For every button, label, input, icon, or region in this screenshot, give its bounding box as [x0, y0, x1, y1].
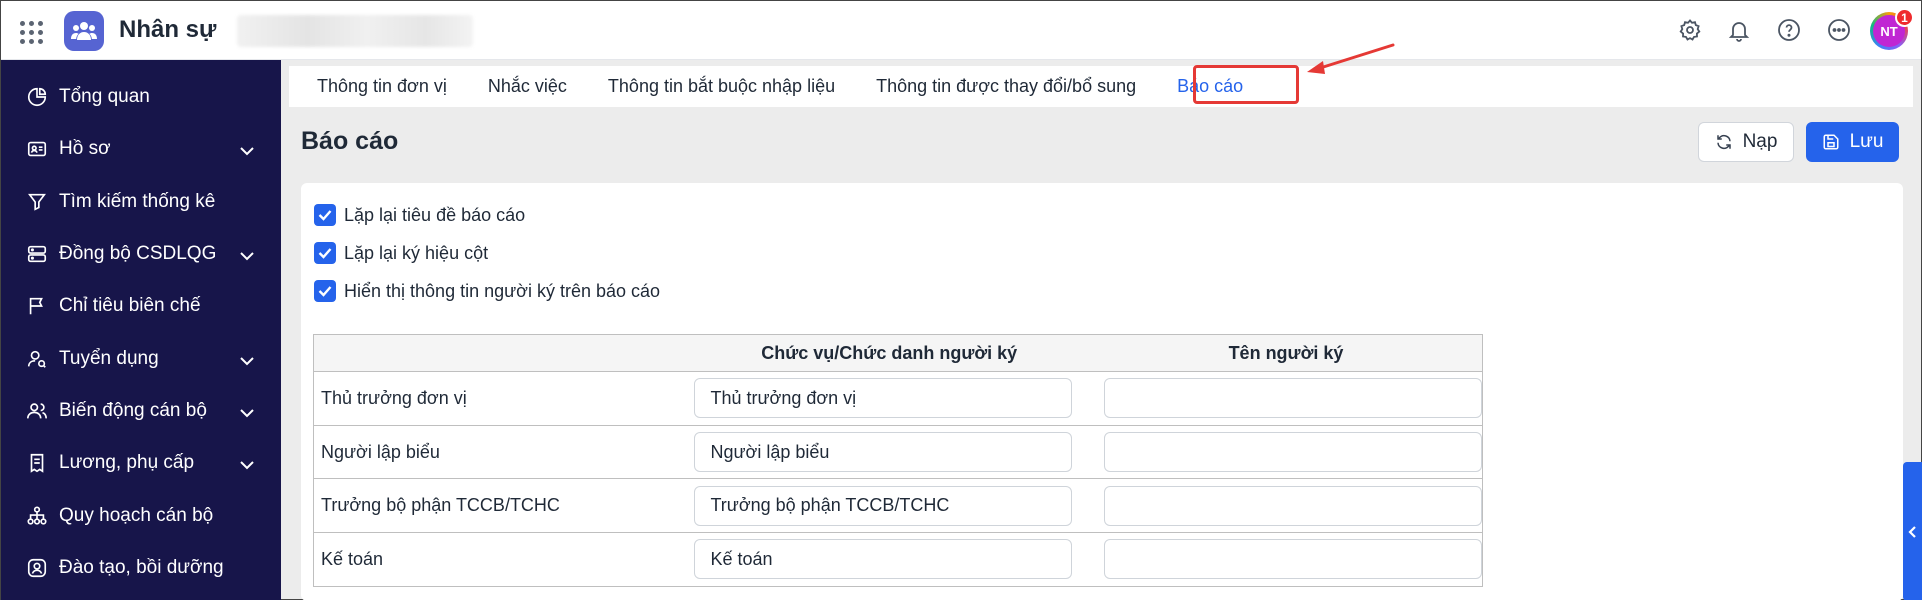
signer-role: Người lập biểu	[313, 425, 689, 480]
collapse-panel-button[interactable]	[1903, 462, 1922, 600]
top-bar: Nhân sự NT 1	[1, 1, 1921, 60]
avatar[interactable]: NT 1	[1870, 8, 1914, 50]
header-signer-name: Tên người ký	[1090, 334, 1483, 372]
checkmark-icon	[318, 210, 332, 221]
sidebar-item-label: Hồ sơ	[59, 138, 111, 160]
chevron-down-icon[interactable]	[239, 404, 254, 418]
tab-3[interactable]: Thông tin được thay đổi/bổ sung	[856, 66, 1156, 107]
report-settings-card: Lặp lại tiêu đề báo cáo Lặp lại ký hiệu c…	[301, 183, 1903, 600]
page-title: Báo cáo	[301, 127, 399, 155]
signer-title-input[interactable]	[694, 485, 1073, 526]
table-row: Người lập biểu	[313, 425, 1483, 480]
checkbox[interactable]	[314, 204, 336, 226]
tab-4[interactable]: Báo cáo	[1157, 66, 1263, 107]
signer-name-input[interactable]	[1104, 485, 1482, 526]
app-title: Nhân sự	[119, 16, 217, 43]
tab-bar: Thông tin đơn vị Nhắc việc Thông tin bắt b…	[289, 66, 1913, 107]
header-role	[313, 334, 689, 372]
option-row: Lặp lại tiêu đề báo cáo	[314, 204, 525, 226]
option-row: Lặp lại ký hiệu cột	[314, 242, 488, 264]
sidebar-item-label: Đồng bộ CSDLQG	[59, 243, 217, 265]
sidebar-item-8[interactable]: Quy hoạch cán bộ	[1, 489, 281, 541]
signer-role: Thủ trưởng đơn vị	[313, 371, 689, 426]
chevron-down-icon[interactable]	[239, 142, 254, 156]
save-button[interactable]: Lưu	[1806, 122, 1899, 162]
refresh-icon	[1716, 134, 1731, 150]
signer-name-input[interactable]	[1104, 432, 1482, 473]
sidebar: Tổng quan Hồ sơ Tìm kiếm thống kê Đồng bộ C…	[1, 60, 281, 600]
option-label: Lặp lại tiêu đề báo cáo	[344, 204, 526, 225]
apps-grid-icon[interactable]	[17, 18, 43, 44]
id-card-icon	[25, 137, 49, 161]
table-row: Thủ trưởng đơn vị	[313, 371, 1483, 426]
help-circle-icon[interactable]	[1774, 15, 1804, 45]
tab-1[interactable]: Nhắc việc	[468, 66, 587, 107]
sidebar-item-9[interactable]: Đào tạo, bồi dưỡng	[1, 542, 281, 594]
table-row: Kế toán	[313, 532, 1483, 587]
sidebar-item-label: Tổng quan	[59, 86, 150, 108]
graduation-icon	[25, 556, 49, 580]
option-label: Lặp lại ký hiệu cột	[344, 242, 489, 263]
checkmark-icon	[318, 286, 332, 297]
notification-badge: 1	[1895, 8, 1914, 27]
pie-chart-icon	[25, 85, 49, 109]
reload-button[interactable]: Nạp	[1698, 122, 1794, 162]
header-signer-title: Chức vụ/Chức danh người ký	[688, 334, 1090, 372]
chevron-down-icon[interactable]	[239, 352, 254, 366]
chevron-left-icon	[1908, 525, 1916, 538]
filter-icon	[25, 190, 49, 214]
signer-role: Kế toán	[313, 532, 689, 587]
tab-2[interactable]: Thông tin bắt buộc nhập liệu	[588, 66, 855, 107]
checkbox[interactable]	[314, 280, 336, 302]
more-horizontal-icon[interactable]	[1824, 15, 1854, 45]
sidebar-item-3[interactable]: Đồng bộ CSDLQG	[1, 228, 281, 280]
sidebar-item-5[interactable]: Tuyển dụng	[1, 332, 281, 384]
flag-icon	[25, 294, 49, 318]
checkbox[interactable]	[314, 242, 336, 264]
sidebar-item-7[interactable]: Lương, phụ cấp	[1, 437, 281, 489]
signer-role: Trưởng bộ phận TCCB/TCHC	[313, 478, 689, 534]
option-row: Hiển thị thông tin người ký trên báo cáo	[314, 280, 660, 302]
sidebar-item-label: Biến động cán bộ	[59, 399, 207, 421]
document-list-icon	[25, 451, 49, 475]
sidebar-item-label: Chỉ tiêu biên chế	[59, 295, 201, 317]
sidebar-item-1[interactable]: Hồ sơ	[1, 123, 281, 175]
save-label: Lưu	[1849, 131, 1884, 152]
tab-0[interactable]: Thông tin đơn vị	[297, 66, 467, 107]
table-header-row: Chức vụ/Chức danh người ký Tên người ký	[313, 334, 1483, 372]
signers-table: Chức vụ/Chức danh người ký Tên người ký …	[313, 334, 1483, 587]
sidebar-item-label: Tuyển dụng	[59, 347, 159, 369]
sidebar-item-2[interactable]: Tìm kiếm thống kê	[1, 176, 281, 228]
sync-database-icon	[25, 242, 49, 266]
sidebar-item-label: Lương, phụ cấp	[59, 452, 195, 474]
checkmark-icon	[318, 248, 332, 259]
sidebar-item-label: Quy hoạch cán bộ	[59, 504, 214, 526]
signer-title-input[interactable]	[694, 432, 1073, 473]
people-group-icon	[64, 11, 104, 51]
users-icon	[25, 399, 49, 423]
save-icon	[1823, 134, 1839, 150]
bell-icon[interactable]	[1724, 15, 1754, 45]
user-search-icon	[25, 347, 49, 371]
reload-label: Nạp	[1742, 131, 1778, 152]
signer-name-input[interactable]	[1104, 378, 1482, 419]
redacted-unit-selector[interactable]	[237, 15, 473, 47]
option-label: Hiển thị thông tin người ký trên báo cáo	[344, 280, 661, 301]
signer-title-input[interactable]	[694, 539, 1073, 580]
sidebar-item-4[interactable]: Chỉ tiêu biên chế	[1, 280, 281, 332]
table-row: Trưởng bộ phận TCCB/TCHC	[313, 478, 1483, 534]
sidebar-item-6[interactable]: Biến động cán bộ	[1, 385, 281, 437]
chevron-down-icon[interactable]	[239, 247, 254, 261]
signer-title-input[interactable]	[694, 378, 1073, 419]
sidebar-item-0[interactable]: Tổng quan	[1, 71, 281, 123]
signer-name-input[interactable]	[1104, 539, 1482, 580]
sidebar-item-label: Tìm kiếm thống kê	[59, 190, 216, 212]
sidebar-item-label: Đào tạo, bồi dưỡng	[59, 556, 224, 578]
gear-icon[interactable]	[1675, 15, 1705, 45]
org-chart-icon	[25, 504, 49, 528]
chevron-down-icon[interactable]	[239, 456, 254, 470]
